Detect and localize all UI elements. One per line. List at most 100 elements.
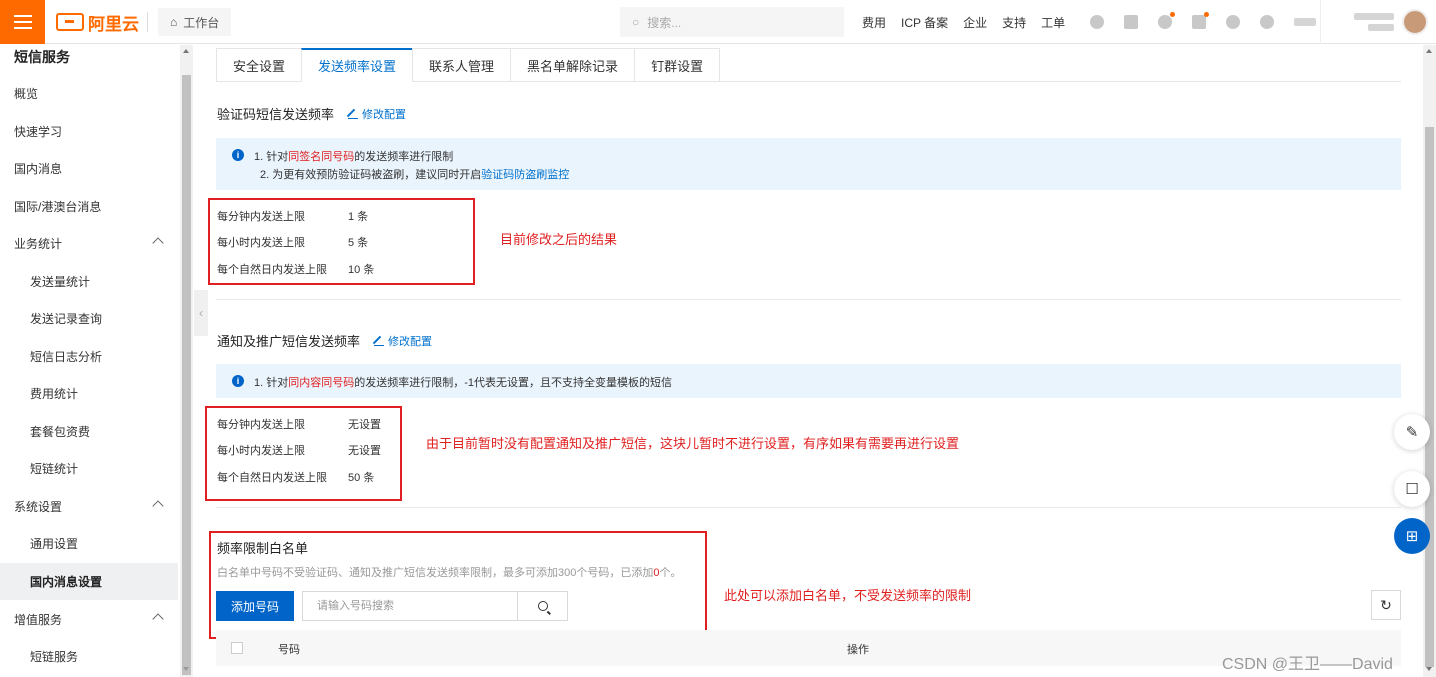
chevron-up-icon: [152, 500, 164, 512]
sidebar-item-domestic-msg[interactable]: 国内消息: [0, 150, 178, 187]
sidebar: 短信服务 概览 快速学习 国内消息 国际/港澳台消息 业务统计 发送量统计 发送…: [0, 45, 180, 677]
sidebar-item-general-settings[interactable]: 通用设置: [0, 525, 178, 562]
global-search[interactable]: ○ 搜索...: [620, 7, 844, 37]
scroll-thumb[interactable]: [182, 75, 191, 675]
top-bar: 阿里云 ⌂ 工作台 ○ 搜索... 费用 ICP 备案 企业 支持 工单: [0, 0, 1436, 44]
scroll-down-arrow[interactable]: [1426, 667, 1432, 671]
section-title-text: 通知及推广短信发送频率: [217, 334, 361, 349]
user-info: [1354, 13, 1394, 31]
notice-line-1: 1. 针对同内容同号码的发送频率进行限制，-1代表无设置，且不支持全变量模板的短…: [254, 377, 673, 389]
tab-security[interactable]: 安全设置: [216, 48, 302, 82]
cart-icon[interactable]: [1192, 12, 1209, 29]
sidebar-item-label: 费用统计: [30, 387, 79, 401]
sidebar-item-domestic-settings[interactable]: 国内消息设置: [0, 563, 178, 600]
anti-fraud-monitor-link[interactable]: 验证码防盗刷监控: [481, 169, 569, 181]
nav-icp[interactable]: ICP 备案: [901, 14, 948, 31]
edit-label: 修改配置: [388, 335, 433, 348]
annotation-box: [205, 406, 402, 501]
sidebar-item-fee-stats[interactable]: 费用统计: [0, 375, 178, 412]
chat-button[interactable]: ☐: [1394, 471, 1430, 507]
notice-line-1: 1. 针对同签名同号码的发送频率进行限制: [254, 151, 454, 163]
verify-notice: i 1. 针对同签名同号码的发送频率进行限制 2. 为更有效预防验证码被盗刷，建…: [216, 138, 1401, 190]
whitelist-annotation: 此处可以添加白名单，不受发送频率的限制: [724, 588, 972, 603]
feedback-button[interactable]: ✎: [1394, 414, 1430, 450]
sidebar-item-label: 国际/港澳台消息: [14, 200, 102, 214]
apps-button[interactable]: ⊞: [1394, 518, 1430, 554]
logo-text: 阿里云: [88, 14, 139, 34]
bell-icon[interactable]: [1158, 12, 1175, 29]
collapse-sidebar-button[interactable]: ‹: [194, 290, 208, 336]
tab-blacklist-records[interactable]: 黑名单解除记录: [510, 48, 635, 82]
verify-annotation: 目前修改之后的结果: [500, 232, 618, 247]
divider: [147, 12, 148, 32]
avatar[interactable]: [1402, 9, 1428, 35]
notice-line-2: 2. 为更有效预防验证码被盗刷，建议同时开启验证码防盗刷监控: [260, 169, 570, 181]
nav-support[interactable]: 支持: [1002, 14, 1026, 31]
scroll-thumb[interactable]: [1425, 127, 1434, 667]
sidebar-item-overview[interactable]: 概览: [0, 75, 178, 112]
sidebar-item-log-analysis[interactable]: 短信日志分析: [0, 338, 178, 375]
select-all-checkbox[interactable]: [231, 642, 243, 654]
sidebar-scrollbar[interactable]: [180, 45, 193, 677]
cloud-shell-icon[interactable]: [1090, 15, 1104, 29]
column-number: 号码: [278, 644, 300, 656]
section-title-text: 验证码短信发送频率: [217, 107, 335, 122]
nav-enterprise[interactable]: 企业: [963, 14, 987, 31]
nav-ticket[interactable]: 工单: [1041, 14, 1065, 31]
sidebar-item-send-volume[interactable]: 发送量统计: [0, 263, 178, 300]
workbench-button[interactable]: ⌂ 工作台: [158, 8, 232, 36]
chevron-up-icon: [152, 237, 164, 249]
sidebar-item-package[interactable]: 套餐包资费: [0, 413, 178, 450]
tab-dingtalk[interactable]: 钉群设置: [634, 48, 721, 82]
scroll-up-arrow[interactable]: [183, 49, 189, 53]
info-icon: i: [232, 375, 244, 387]
sidebar-item-label: 短链统计: [30, 462, 79, 476]
scroll-up-arrow[interactable]: [1426, 49, 1432, 53]
refresh-icon: ↻: [1380, 596, 1392, 613]
pencil-icon: ✎: [1405, 424, 1419, 441]
sidebar-item-label: 国内消息设置: [30, 575, 103, 589]
aliyun-logo-mark: [56, 13, 84, 31]
message-icon[interactable]: [1124, 15, 1138, 29]
home-icon: ⌂: [170, 15, 178, 29]
sidebar-title: 短信服务: [14, 49, 70, 65]
sidebar-item-label: 业务统计: [14, 237, 63, 251]
user-menu[interactable]: [1320, 0, 1436, 44]
sidebar-item-system-settings[interactable]: 系统设置: [0, 488, 178, 525]
verify-edit-link[interactable]: 修改配置: [348, 106, 406, 122]
sidebar-item-send-records[interactable]: 发送记录查询: [0, 300, 178, 337]
sidebar-item-business-stats[interactable]: 业务统计: [0, 225, 178, 262]
notify-notice: i 1. 针对同内容同号码的发送频率进行限制，-1代表无设置，且不支持全变量模板…: [216, 364, 1401, 398]
refresh-button[interactable]: ↻: [1371, 590, 1401, 620]
globe-icon[interactable]: [1260, 15, 1274, 29]
sidebar-item-label: 概览: [14, 87, 39, 101]
sidebar-item-intl-msg[interactable]: 国际/港澳台消息: [0, 188, 178, 225]
language-switch[interactable]: [1294, 18, 1316, 26]
sidebar-item-label: 发送量统计: [30, 275, 91, 289]
watermark: CSDN @王卫——David: [1222, 656, 1393, 673]
sidebar-item-value-added[interactable]: 增值服务: [0, 601, 178, 638]
sidebar-item-label: 短信日志分析: [30, 350, 103, 364]
main-scrollbar[interactable]: [1423, 45, 1436, 677]
sidebar-item-quick-learn[interactable]: 快速学习: [0, 113, 178, 150]
column-action: 操作: [847, 644, 869, 656]
scroll-down-arrow[interactable]: [183, 667, 189, 671]
annotation-box: [208, 198, 475, 285]
menu-icon[interactable]: [0, 0, 45, 44]
help-icon[interactable]: [1226, 15, 1240, 29]
tab-send-frequency[interactable]: 发送频率设置: [301, 48, 413, 82]
workbench-label: 工作台: [183, 15, 220, 30]
sidebar-item-label: 增值服务: [14, 613, 63, 627]
annotation-box: [209, 531, 707, 639]
notify-edit-link[interactable]: 修改配置: [374, 333, 432, 349]
top-icons: [1090, 0, 1316, 44]
tab-contacts[interactable]: 联系人管理: [412, 48, 511, 82]
edit-icon: [348, 109, 359, 119]
nav-fee[interactable]: 费用: [862, 14, 886, 31]
sidebar-item-shortlink-stats[interactable]: 短链统计: [0, 450, 178, 487]
sidebar-item-shortlink-service[interactable]: 短链服务: [0, 638, 178, 675]
chevron-up-icon: [152, 613, 164, 625]
aliyun-logo[interactable]: 阿里云: [56, 10, 139, 34]
search-icon: ○: [632, 15, 640, 29]
sidebar-item-label: 发送记录查询: [30, 312, 103, 326]
